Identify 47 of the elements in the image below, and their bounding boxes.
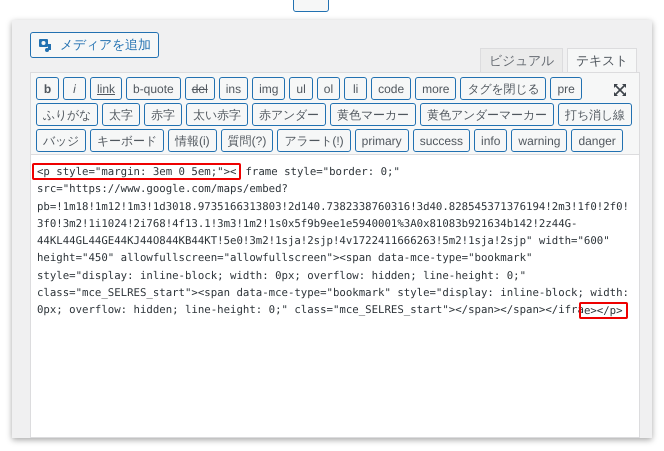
format-button[interactable]: 打ち消し線 bbox=[558, 103, 632, 126]
format-button[interactable]: 赤アンダー bbox=[252, 103, 326, 126]
format-button[interactable]: code bbox=[371, 77, 412, 100]
format-button[interactable]: del bbox=[184, 77, 215, 100]
format-button[interactable]: タグを閉じる bbox=[460, 77, 546, 100]
code-line: 44KL44GL44GE44KJ44O844KB44KT!5e0!3m2!1sja!2sjp!4v1722411666263!5m2!1sja!2sjp" width="600" bbox=[37, 233, 610, 250]
format-button[interactable]: b bbox=[36, 77, 59, 100]
format-button[interactable]: ふりがな bbox=[36, 103, 98, 126]
format-button[interactable]: キーボード bbox=[90, 129, 164, 152]
format-button[interactable]: warning bbox=[511, 129, 568, 152]
media-icon bbox=[38, 37, 54, 53]
format-button[interactable]: 太字 bbox=[102, 103, 140, 126]
code-line: 3f0!3m2!1i1024!2i768!4f13.1!3m3!1m2!1s0x5f9b9ee1e5940001%3A0x81083b921634b142!2z44G- bbox=[37, 216, 578, 232]
format-button[interactable]: アラート(!) bbox=[277, 129, 351, 152]
code-line: src="https://www.google.com/maps/embed? bbox=[37, 181, 288, 198]
format-button[interactable]: danger bbox=[571, 129, 623, 152]
fullscreen-icon[interactable] bbox=[613, 83, 627, 97]
code-line: frame style="border: 0;" bbox=[245, 164, 400, 180]
format-button[interactable]: 赤字 bbox=[144, 103, 182, 126]
format-button[interactable]: ins bbox=[218, 77, 248, 100]
format-button[interactable]: i bbox=[63, 77, 86, 100]
format-button[interactable]: バッジ bbox=[36, 129, 86, 152]
format-button[interactable]: 黄色アンダーマーカー bbox=[420, 103, 554, 126]
format-button[interactable]: pre bbox=[550, 77, 582, 100]
editor-tab[interactable]: テキスト bbox=[567, 48, 637, 72]
format-button[interactable]: more bbox=[415, 77, 456, 100]
format-button[interactable]: info bbox=[474, 129, 508, 152]
format-button[interactable]: b-quote bbox=[126, 77, 181, 100]
format-button[interactable]: 太い赤字 bbox=[186, 103, 248, 126]
format-button[interactable]: success bbox=[412, 129, 470, 152]
format-button[interactable]: ol bbox=[316, 77, 340, 100]
code-line: pb=!1m18!1m12!1m3!1d3018.9735166313803!2d140.7382338760316!3d40.828545371376194!2m3!1f0!2f0! bbox=[37, 198, 629, 215]
format-button[interactable]: li bbox=[344, 77, 368, 100]
code-line: class="mce_SELRES_start"><span data-mce-type="bookmark" style="display: inline-block; width: bbox=[37, 285, 629, 302]
format-button[interactable]: link bbox=[90, 77, 122, 100]
format-button[interactable]: img bbox=[252, 77, 286, 100]
format-button[interactable]: 情報(i) bbox=[168, 129, 217, 152]
editor-tab[interactable]: ビジュアル bbox=[480, 48, 563, 72]
format-button[interactable]: 質問(?) bbox=[220, 129, 274, 152]
format-button[interactable]: 黄色マーカー bbox=[330, 103, 416, 126]
highlighted-code: <p style="margin: 3em 0 5em;">< bbox=[32, 163, 242, 180]
add-media-button[interactable]: メディアを追加 bbox=[30, 32, 159, 58]
code-editor[interactable] bbox=[30, 155, 640, 438]
code-line: height="450" allowfullscreen="allowfullscreen"><span data-mce-type="bookmark" bbox=[37, 250, 532, 266]
format-button[interactable]: primary bbox=[354, 129, 409, 152]
format-button[interactable]: ul bbox=[289, 77, 313, 100]
code-line: style="display: inline-block; width: 0px; overflow: hidden; line-height: 0;" bbox=[37, 268, 526, 284]
